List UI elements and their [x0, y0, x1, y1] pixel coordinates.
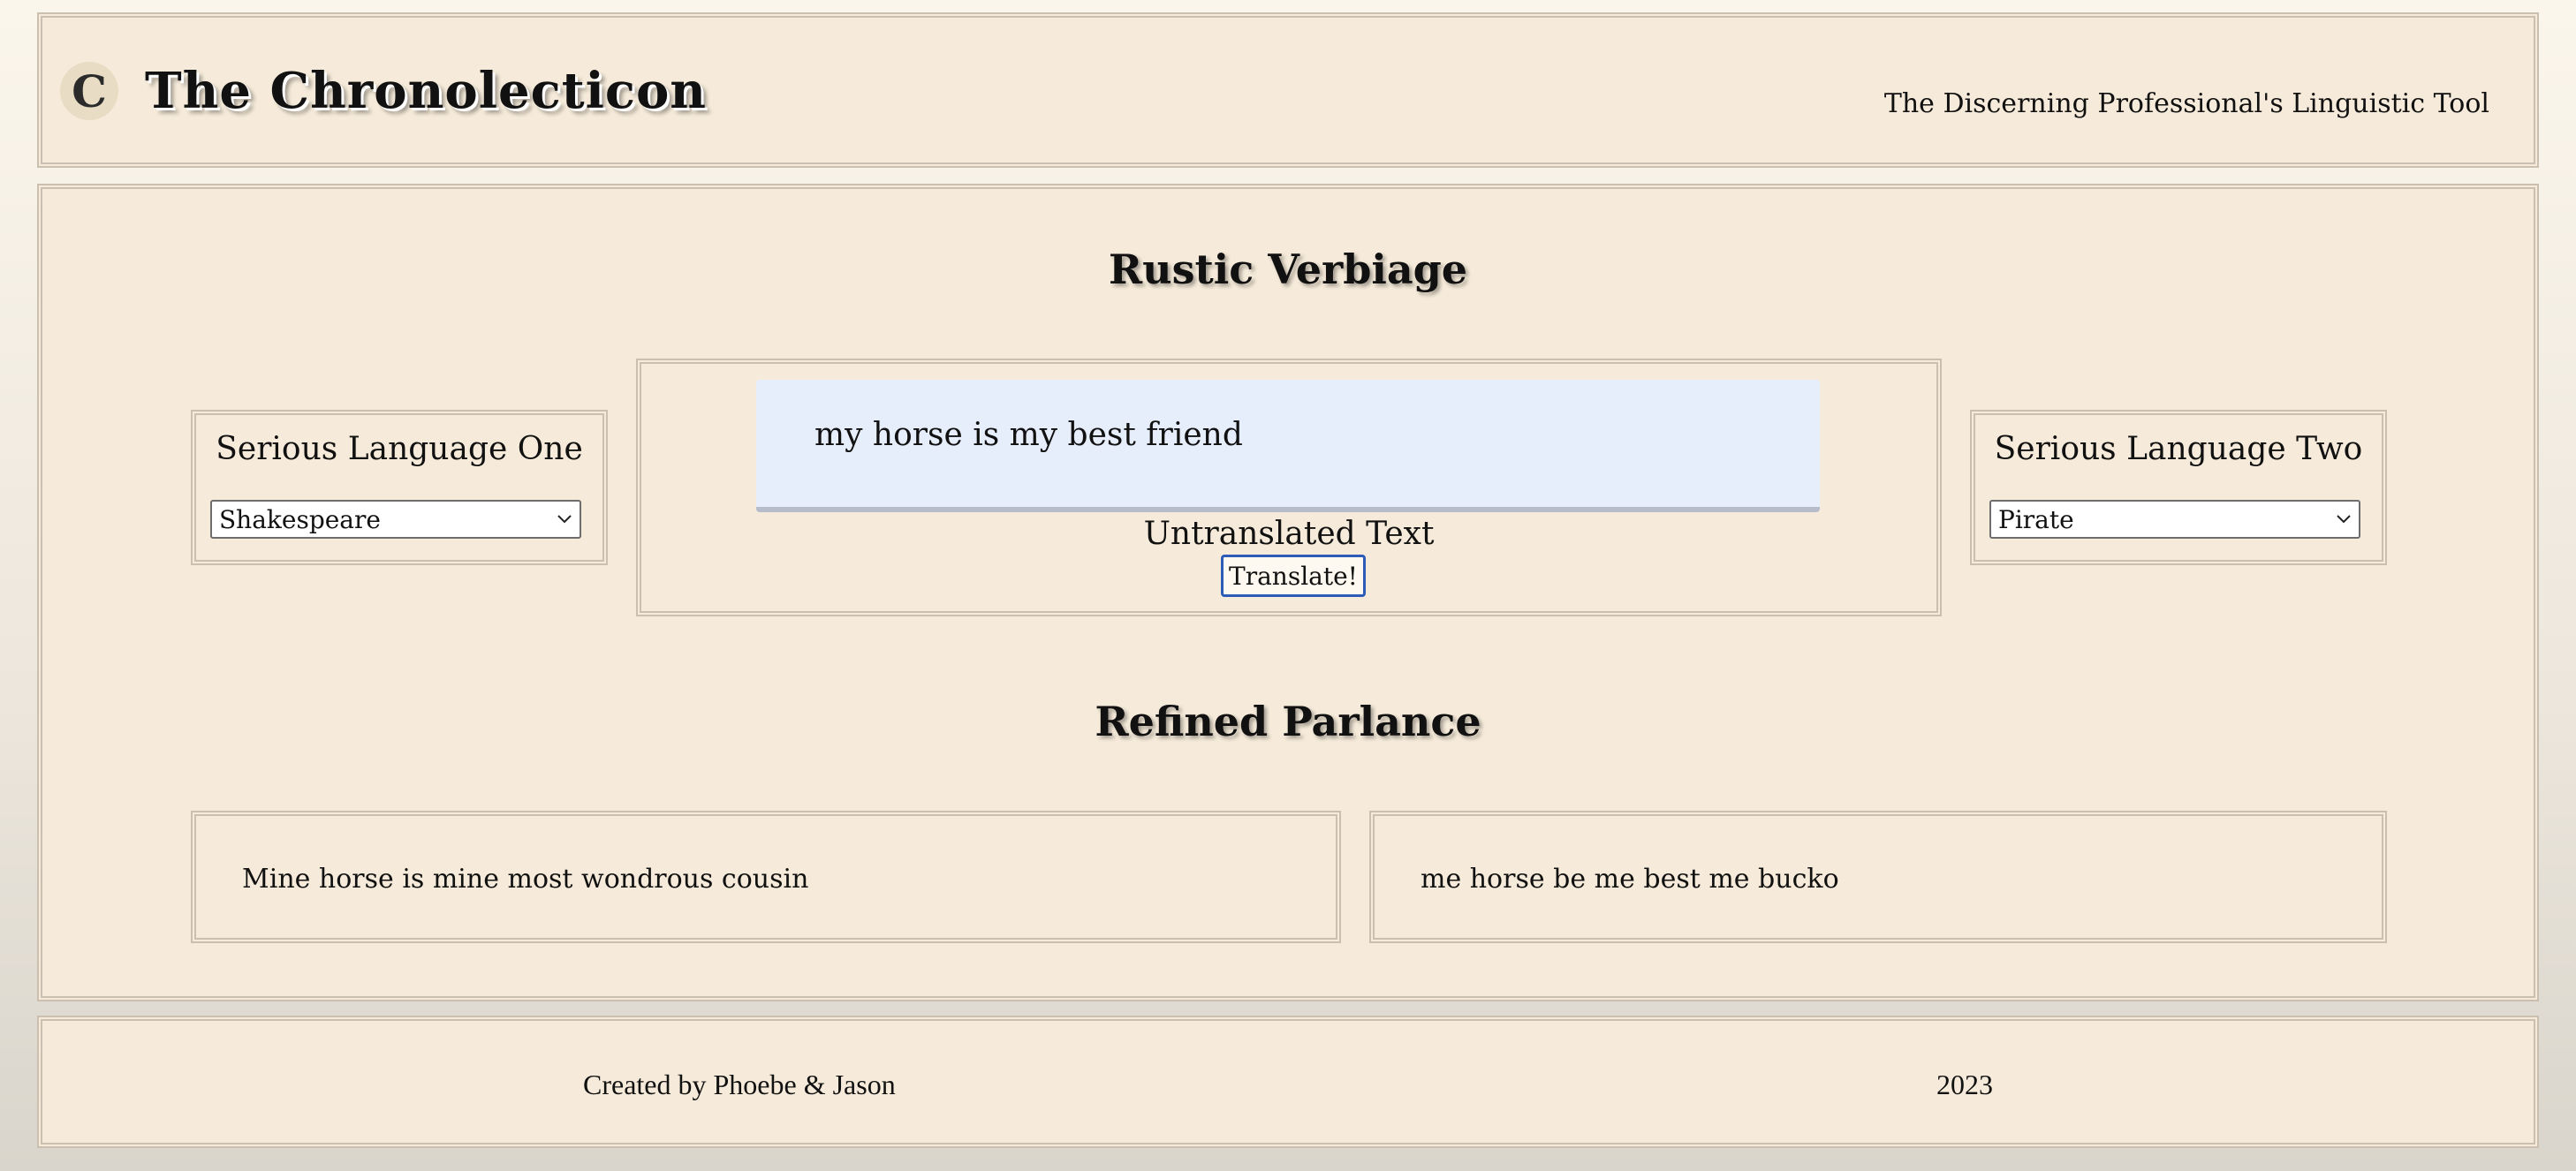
- logo-icon: C: [60, 62, 118, 120]
- header: C The Chronolecticon The Discerning Prof…: [37, 12, 2539, 168]
- input-box: my horse is my best friend Untranslated …: [636, 359, 1942, 616]
- output-two-text: me horse be me best me bucko: [1421, 864, 1839, 895]
- footer: Created by Phoebe & Jason 2023: [37, 1016, 2539, 1148]
- tagline: The Discerning Professional's Linguistic…: [1883, 88, 2489, 119]
- app-title: The Chronolecticon: [145, 62, 708, 120]
- language-one-box: Serious Language One Shakespeare: [191, 410, 608, 565]
- language-one-selected: Shakespeare: [219, 504, 381, 534]
- language-two-select[interactable]: Pirate: [1989, 500, 2360, 539]
- output-section-heading: Refined Parlance: [1095, 698, 1481, 745]
- translate-button[interactable]: Translate!: [1221, 555, 1366, 597]
- untranslated-text-input[interactable]: my horse is my best friend: [756, 380, 1820, 512]
- language-two-selected: Pirate: [1998, 504, 2074, 534]
- language-one-title: Serious Language One: [216, 431, 583, 467]
- untranslated-text-label: Untranslated Text: [1143, 516, 1435, 552]
- input-section-heading: Rustic Verbiage: [1108, 246, 1468, 293]
- chevron-down-icon: [2329, 502, 2359, 537]
- output-one-box: Mine horse is mine most wondrous cousin: [191, 811, 1341, 943]
- footer-credit: Created by Phoebe & Jason: [583, 1069, 896, 1100]
- chevron-down-icon: [549, 502, 580, 537]
- language-two-title: Serious Language Two: [1994, 431, 2363, 467]
- language-two-box: Serious Language Two Pirate: [1970, 410, 2387, 565]
- language-one-select[interactable]: Shakespeare: [210, 500, 581, 539]
- output-two-box: me horse be me best me bucko: [1369, 811, 2387, 943]
- footer-year: 2023: [1936, 1069, 1993, 1100]
- main-panel: Rustic Verbiage Serious Language One Sha…: [37, 184, 2539, 1001]
- output-one-text: Mine horse is mine most wondrous cousin: [242, 864, 809, 895]
- logo-glyph: C: [72, 64, 107, 117]
